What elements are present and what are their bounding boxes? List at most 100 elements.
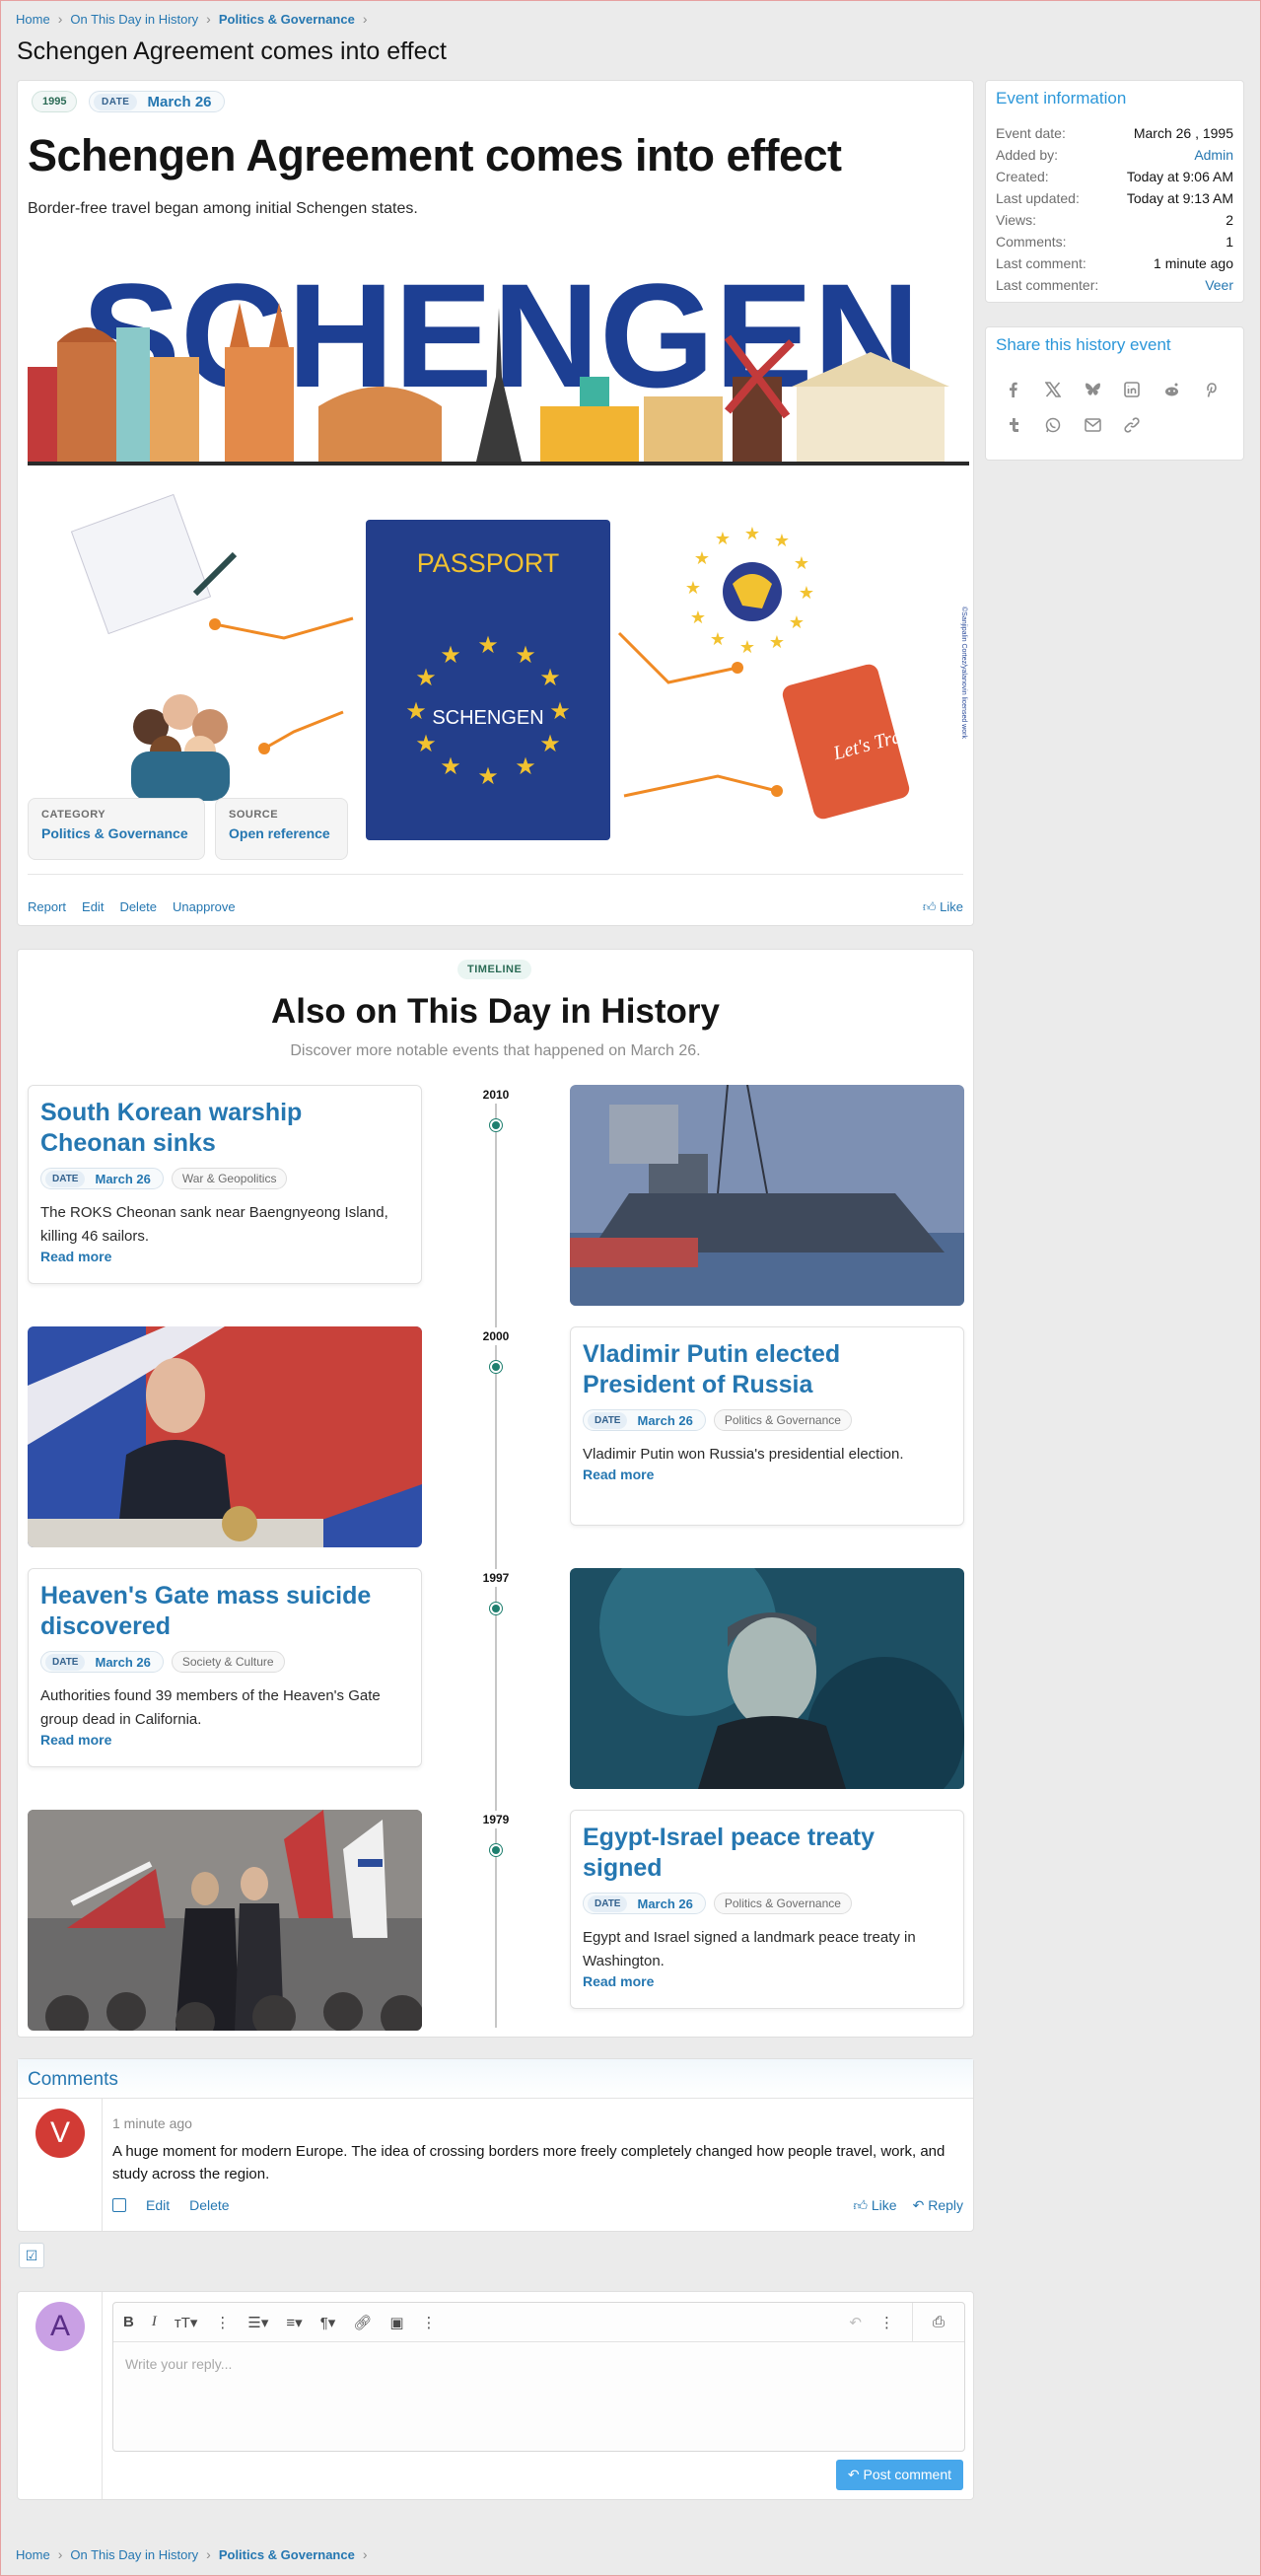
comment-edit-link[interactable]: Edit [146, 2197, 170, 2213]
date-badge: DATE March 26 [89, 91, 225, 112]
info-row: Last commenter: Veer [996, 274, 1233, 296]
added-by-link[interactable]: Admin [1194, 144, 1233, 166]
whatsapp-icon[interactable] [1041, 414, 1065, 436]
link-icon[interactable]: 🔗︎ [353, 2314, 372, 2331]
like-button[interactable]: 👍︎ Like [923, 899, 963, 915]
italic-icon[interactable]: I [152, 2314, 157, 2330]
timeline-card-title[interactable]: Heaven's Gate mass suicide discovered [40, 1581, 409, 1642]
text-size-icon[interactable]: тT▾ [175, 2314, 198, 2331]
breadcrumb-home[interactable]: Home [16, 12, 50, 27]
info-key: Comments: [996, 234, 1067, 250]
svg-text:★: ★ [774, 531, 790, 551]
category-chip: Politics & Governance [713, 1893, 852, 1914]
bluesky-icon[interactable] [1081, 379, 1104, 400]
post-comment-label: Post comment [863, 2467, 951, 2482]
timeline-dot [490, 1361, 502, 1373]
info-row: Last comment: 1 minute ago [996, 252, 1233, 274]
event-description: Border-free travel began among initial S… [28, 200, 418, 217]
heavens-gate-photo [570, 1568, 964, 1789]
reply-input[interactable]: Write your reply... [113, 2342, 964, 2386]
comment-reply-button[interactable]: ↶ Reply [913, 2197, 963, 2214]
image-icon[interactable]: ▣ [389, 2314, 403, 2331]
info-row: Comments: 1 [996, 231, 1233, 252]
like-label: Like [940, 899, 963, 914]
comment-like-button[interactable]: 👍︎ Like [853, 2197, 896, 2214]
read-more-link[interactable]: Read more [40, 1732, 409, 1748]
edit-link[interactable]: Edit [82, 899, 104, 914]
unapprove-link[interactable]: Unapprove [173, 899, 236, 914]
info-row: Views: 2 [996, 209, 1233, 231]
read-more-link[interactable]: Read more [583, 1973, 951, 1989]
thumbs-up-icon: 👍︎ [922, 899, 937, 914]
svg-text:★: ★ [405, 697, 427, 725]
last-commenter-link[interactable]: Veer [1205, 274, 1233, 296]
comments-title: Comments [18, 2059, 973, 2099]
breadcrumb-on-this-day[interactable]: On This Day in History [70, 2547, 198, 2562]
read-more-link[interactable]: Read more [583, 1467, 951, 1482]
date-tag: DATE [94, 93, 138, 110]
breadcrumb-on-this-day[interactable]: On This Day in History [70, 12, 198, 27]
timeline-card: South Korean warship Cheonan sinks DATE M… [28, 1085, 422, 1284]
email-icon[interactable] [1081, 414, 1104, 436]
source-link[interactable]: Open reference [229, 825, 334, 841]
x-icon[interactable] [1041, 379, 1065, 400]
timeline-card: Vladimir Putin elected President of Russ… [570, 1326, 964, 1526]
paragraph-icon[interactable]: ¶▾ [320, 2314, 336, 2331]
divider [28, 874, 963, 875]
reply-avatar-column: A [18, 2292, 103, 2499]
year-badge: 1995 [32, 91, 78, 112]
date-value: March 26 [147, 93, 212, 110]
preview-icon[interactable]: ⎙ [911, 2302, 954, 2342]
breadcrumb-home[interactable]: Home [16, 2547, 50, 2562]
svg-text:★: ★ [440, 752, 461, 780]
event-information-panel: Event information Event date: March 26 , … [985, 80, 1244, 303]
category-label: CATEGORY [41, 809, 106, 821]
report-link[interactable]: Report [28, 899, 66, 914]
svg-text:★: ★ [415, 730, 437, 757]
event-title: Schengen Agreement comes into effect [28, 130, 842, 180]
more-vertical-icon[interactable]: ⋮ [422, 2314, 437, 2331]
link-icon[interactable] [1120, 414, 1144, 436]
post-comment-button[interactable]: ↶ Post comment [835, 2460, 963, 2490]
avatar[interactable]: A [35, 2302, 85, 2351]
breadcrumb-category[interactable]: Politics & Governance [219, 12, 355, 27]
svg-text:★: ★ [715, 529, 731, 549]
delete-link[interactable]: Delete [119, 899, 157, 914]
timeline-chip: TIMELINE [457, 960, 532, 979]
undo-icon[interactable]: ↶ [849, 2314, 862, 2331]
timeline-card-title[interactable]: South Korean warship Cheonan sinks [40, 1098, 409, 1159]
breadcrumb-category[interactable]: Politics & Governance [219, 2547, 355, 2562]
more-vertical-icon[interactable]: ⋮ [215, 2314, 230, 2331]
bold-icon[interactable]: B [123, 2314, 134, 2330]
reply-form: A B I тT▾ ⋮ ☰▾ ≡▾ ¶▾ 🔗︎ ▣ ⋮ ↶ ⋮ ⎙ Write … [17, 2291, 974, 2500]
list-icon[interactable]: ☰▾ [247, 2314, 268, 2331]
passport-label: SCHENGEN [432, 707, 543, 729]
timeline-card-title[interactable]: Egypt-Israel peace treaty signed [583, 1823, 951, 1884]
more-vertical-icon[interactable]: ⋮ [879, 2314, 894, 2331]
panel-title: Share this history event [996, 335, 1171, 354]
svg-text:★: ★ [515, 641, 536, 669]
category-box: CATEGORY Politics & Governance [28, 798, 205, 860]
svg-text:★: ★ [769, 632, 785, 653]
panel-title: Event information [996, 89, 1127, 107]
align-icon[interactable]: ≡▾ [286, 2314, 302, 2331]
select-checkbox[interactable] [112, 2198, 126, 2212]
linkedin-icon[interactable] [1120, 379, 1144, 400]
timeline-year: 2010 [471, 1086, 521, 1104]
like-label: Like [871, 2197, 897, 2213]
category-link[interactable]: Politics & Governance [41, 825, 191, 841]
comment-delete-link[interactable]: Delete [189, 2197, 229, 2213]
select-all-checkbox[interactable]: ☑ [19, 2243, 44, 2268]
tumblr-icon[interactable] [1002, 414, 1025, 436]
timeline-card-desc: Egypt and Israel signed a landmark peace… [583, 1929, 916, 1969]
read-more-link[interactable]: Read more [40, 1249, 409, 1264]
timeline-card-title[interactable]: Vladimir Putin elected President of Russ… [583, 1339, 951, 1400]
comment-time[interactable]: 1 minute ago [112, 2115, 192, 2131]
pinterest-icon[interactable] [1199, 379, 1223, 400]
timeline-dot [490, 1844, 502, 1856]
reddit-icon[interactable] [1159, 379, 1183, 400]
avatar[interactable]: V [35, 2109, 85, 2158]
timeline-card-desc: Vladimir Putin won Russia's presidential… [583, 1446, 904, 1463]
svg-text:★: ★ [794, 553, 809, 574]
facebook-icon[interactable] [1002, 379, 1025, 400]
